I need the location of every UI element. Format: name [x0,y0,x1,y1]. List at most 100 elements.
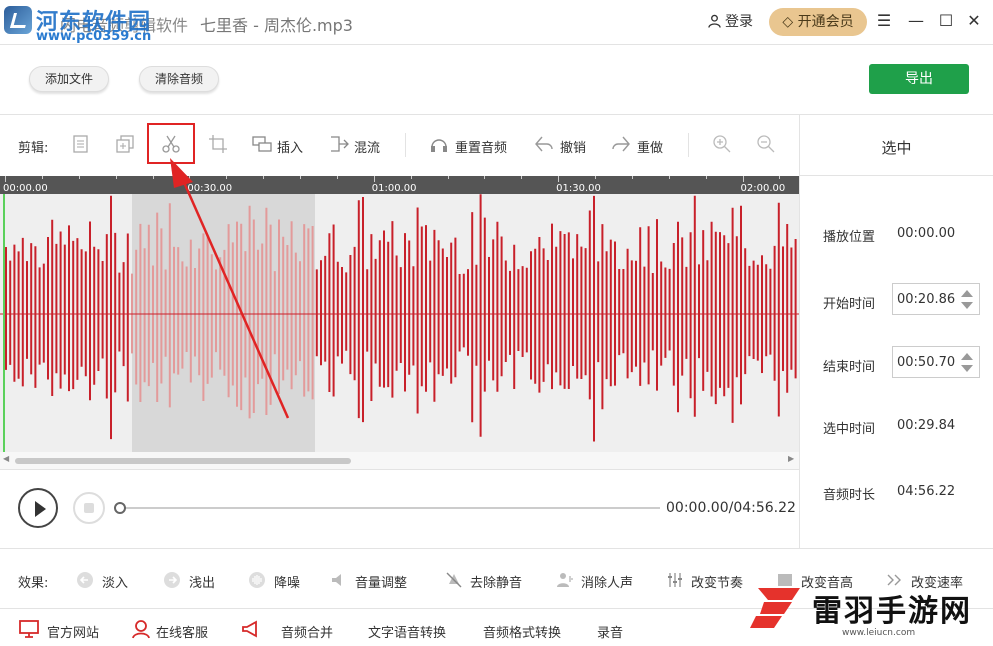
vip-button[interactable]: ◇ 开通会员 [769,8,867,36]
progress-track[interactable] [120,507,660,509]
duration-label: 音频时长 [823,488,876,503]
login-label: 登录 [725,14,753,30]
increment-icon[interactable] [961,353,973,360]
ruler-tick-label: 00:30.00 [187,183,233,194]
watermark-site-url: www.pc0359.cn [36,29,152,44]
mix-icon[interactable] [328,133,350,155]
mute-icon[interactable] [444,570,464,590]
insert-button[interactable]: 插入 [277,137,303,156]
menu-icon[interactable]: ☰ [874,11,894,31]
redo-icon[interactable] [610,133,632,155]
edit-label: 剪辑: [18,141,49,156]
fade-in-icon[interactable] [75,570,95,590]
fade-out-icon[interactable] [162,570,182,590]
effect-denoise[interactable]: 降噪 [274,572,300,591]
selected-time-label: 选中时间 [823,422,876,437]
tempo-icon[interactable] [665,570,685,590]
effect-tempo[interactable]: 改变节奏 [691,572,743,591]
redo-button[interactable]: 重做 [637,137,663,156]
scroll-left-icon[interactable]: ◀ [3,454,9,463]
scrollbar-thumb[interactable] [15,458,351,464]
toolbar-separator [688,133,689,157]
end-time-value[interactable]: 00:50.70 [897,355,955,370]
record-link[interactable]: 录音 [597,622,623,641]
scissors-highlight [147,123,195,164]
voice-remove-icon[interactable] [555,570,575,590]
divider [0,44,993,45]
paste-icon[interactable] [114,133,136,155]
reset-icon[interactable] [428,133,450,155]
start-time-value[interactable]: 00:20.86 [897,292,955,307]
ruler-minor-tick [447,176,449,179]
online-service-link[interactable]: 在线客服 [156,622,208,641]
ruler-tick [189,176,191,182]
format-convert-link[interactable]: 音频格式转换 [483,622,561,641]
ruler-minor-tick [521,176,523,179]
decrement-icon[interactable] [961,365,973,372]
play-position-value: 00:00.00 [897,226,956,241]
effect-volume[interactable]: 音量调整 [355,572,407,591]
timeline-ruler[interactable]: 00:00.00 00:30.00 01:00.00 01:30.00 02:00.00 [0,176,799,194]
time-display: 00:00.00/04:56.22 [666,500,796,516]
diamond-icon: ◇ [782,14,798,30]
audio-merge-link[interactable]: 音频合并 [281,622,333,641]
selected-time-value: 00:29.84 [897,418,956,433]
decrement-icon[interactable] [961,302,973,309]
waveform-area[interactable] [0,194,799,452]
copy-icon[interactable] [70,133,92,155]
divider [0,548,993,549]
reset-audio-button[interactable]: 重置音频 [455,137,507,156]
effect-fade-in[interactable]: 淡入 [102,572,128,591]
ruler-tick [742,176,744,182]
effect-fade-out[interactable]: 浅出 [189,572,215,591]
progress-knob[interactable] [114,502,126,514]
ruler-tick-label: 01:00.00 [371,183,417,194]
official-site-link[interactable]: 官方网站 [47,622,99,641]
playhead[interactable] [3,194,5,452]
insert-icon[interactable] [251,133,273,155]
export-button[interactable]: 导出 [869,64,969,94]
zoom-out-icon[interactable] [755,133,777,155]
close-icon[interactable]: ✕ [964,11,984,31]
add-file-button[interactable]: 添加文件 [29,66,109,92]
denoise-icon[interactable] [247,570,267,590]
increment-icon[interactable] [961,290,973,297]
ruler-minor-tick [78,176,80,179]
zoom-in-icon[interactable] [711,133,733,155]
undo-icon[interactable] [533,133,555,155]
ruler-minor-tick [705,176,707,179]
effect-remove-vocals[interactable]: 消除人声 [581,572,633,591]
toolbar-separator [405,133,406,157]
effects-label: 效果: [18,576,49,591]
vip-label: 开通会员 [797,14,854,30]
brand-logo-icon [750,588,800,628]
play-button[interactable] [18,488,58,528]
start-time-label: 开始时间 [823,297,876,312]
text-to-speech-link[interactable]: 文字语音转换 [368,622,446,641]
ruler-minor-tick [779,176,781,179]
file-name: 七里香 - 周杰伦.mp3 [200,16,353,35]
ruler-minor-tick [300,176,301,179]
minimize-icon[interactable]: — [906,11,926,31]
end-time-stepper[interactable]: 00:50.70 [892,346,980,378]
crop-icon[interactable] [207,133,229,155]
ruler-tick [5,176,6,182]
stop-button[interactable] [73,492,105,524]
megaphone-icon [242,620,257,638]
horizontal-scrollbar[interactable]: ◀ ▶ [0,452,799,469]
ruler-minor-tick [226,176,228,179]
start-time-stepper[interactable]: 00:20.86 [892,283,980,315]
undo-button[interactable]: 撤销 [560,137,586,156]
maximize-icon[interactable]: ☐ [936,11,956,31]
clear-audio-button[interactable]: 清除音频 [139,66,219,92]
scroll-right-icon[interactable]: ▶ [788,454,794,463]
app-logo-icon [4,6,32,34]
volume-icon[interactable] [329,570,349,590]
mix-button[interactable]: 混流 [354,137,380,156]
login-button[interactable]: 登录 [708,10,753,34]
effect-remove-silence[interactable]: 去除静音 [470,572,522,591]
ruler-tick [558,176,560,182]
ruler-minor-tick [595,176,597,179]
divider [0,469,799,470]
divider [800,175,993,176]
